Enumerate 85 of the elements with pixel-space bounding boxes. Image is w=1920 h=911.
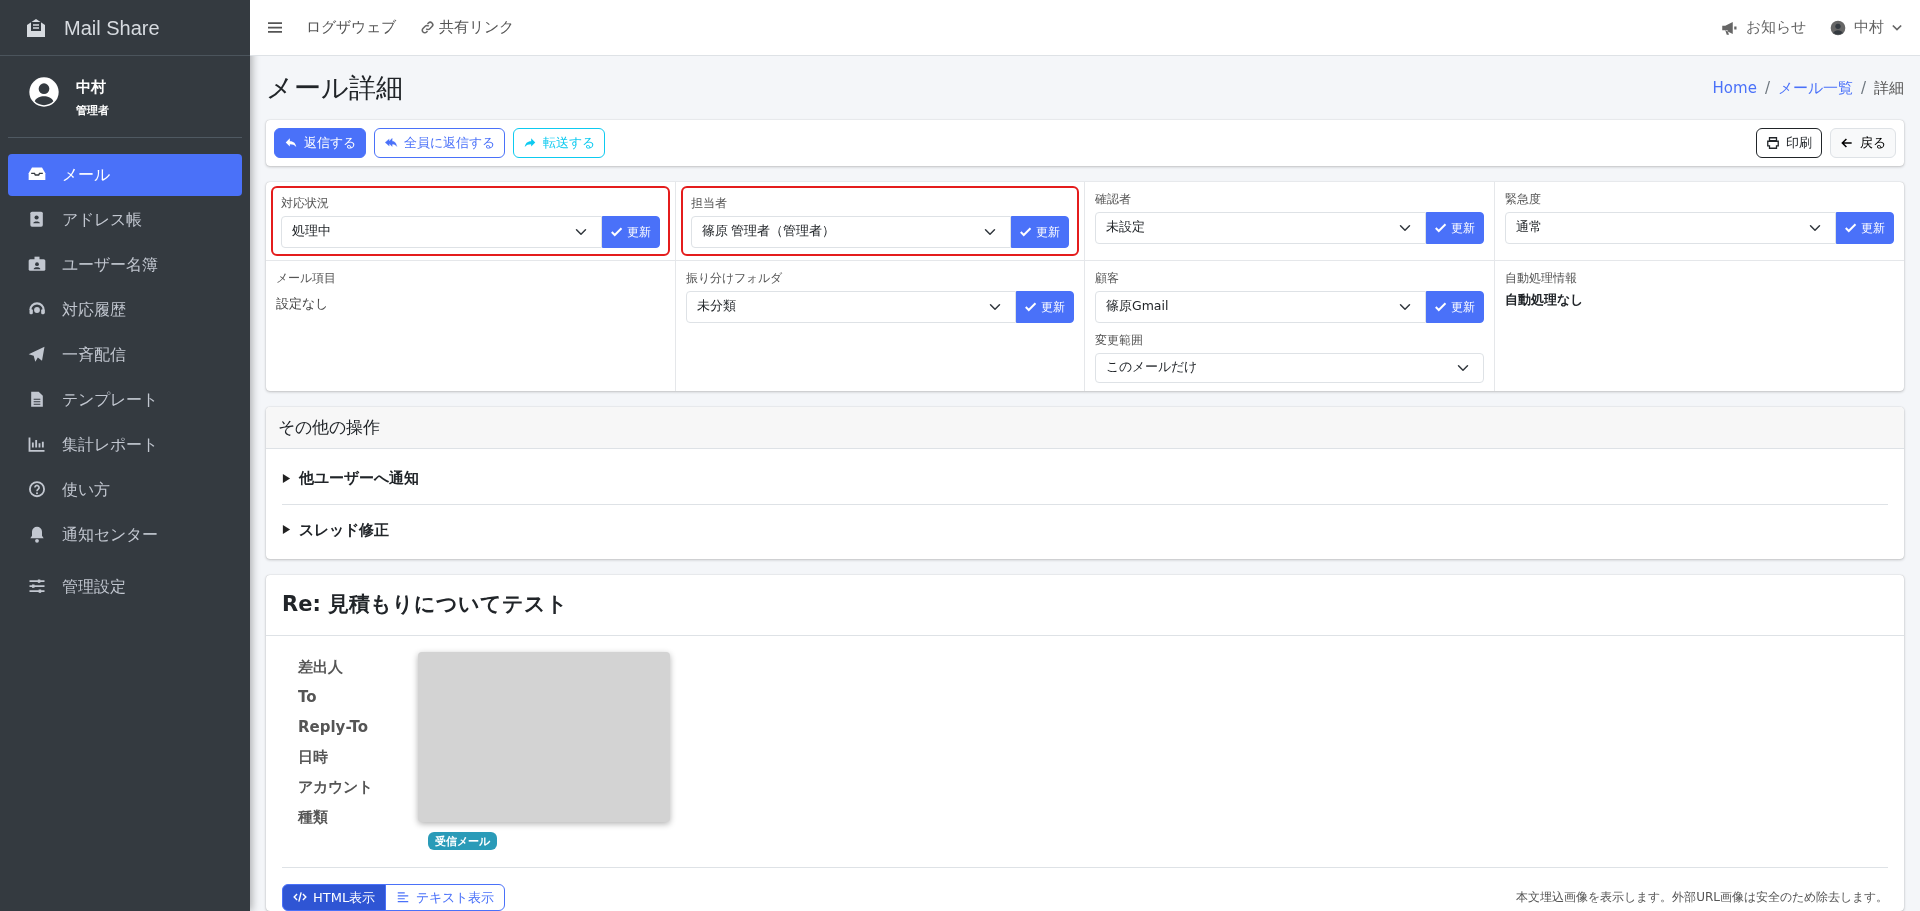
- update-button[interactable]: 更新: [601, 215, 660, 248]
- sidebar-item[interactable]: テンプレート: [8, 379, 242, 421]
- meta-label: 差出人: [298, 656, 344, 678]
- user-avatar-icon: [1830, 19, 1846, 36]
- check-icon: [1434, 222, 1447, 233]
- toolbar-button[interactable]: 戻る: [1830, 128, 1896, 158]
- reply-all-icon: [384, 135, 398, 150]
- select-field[interactable]: このメールだけ: [1095, 352, 1484, 383]
- field-value: 自動処理なし: [1504, 290, 1584, 309]
- field-label: 担当者: [690, 194, 728, 212]
- field-label: 顧客: [1095, 269, 1120, 287]
- update-button[interactable]: 更新: [1425, 211, 1484, 244]
- meta-label: Reply-To: [298, 716, 369, 738]
- section-title: その他の操作: [266, 406, 1904, 449]
- toolbar-button[interactable]: 全員に返信する: [374, 128, 505, 158]
- caret-icon: [1892, 23, 1902, 32]
- meta-label: 種類: [298, 806, 329, 828]
- view-toggle[interactable]: HTML表示: [282, 883, 387, 911]
- toolbar-button[interactable]: 印刷: [1756, 128, 1822, 158]
- sidebar-item[interactable]: 集計レポート: [8, 424, 242, 466]
- breadcrumb-current: 詳細: [1874, 77, 1904, 99]
- meta-label: 日時: [298, 746, 329, 768]
- check-icon: [1020, 226, 1032, 237]
- update-button[interactable]: 更新: [1011, 215, 1069, 248]
- page-title: メール詳細: [266, 71, 403, 105]
- bar-chart-icon: [26, 435, 48, 455]
- toolbar-button[interactable]: 返信する: [274, 128, 366, 158]
- field-label: 確認者: [1095, 190, 1132, 208]
- update-button[interactable]: 更新: [1016, 290, 1074, 323]
- check-icon: [1025, 301, 1037, 312]
- field-label: 対応状況: [281, 194, 330, 212]
- field-value: 設定なし: [276, 294, 329, 313]
- mail-type-badge: 受信メール: [428, 831, 498, 851]
- user-role: 管理者: [76, 102, 109, 119]
- user-menu[interactable]: 中村: [1830, 16, 1902, 39]
- breadcrumb-separator: /: [1764, 77, 1770, 99]
- nav-link[interactable]: ログザウェブ: [306, 16, 396, 39]
- triangle-icon: [282, 473, 291, 483]
- link-icon: [420, 20, 435, 35]
- field-label: 変更範囲: [1095, 331, 1144, 349]
- field-label: 自動処理情報: [1504, 269, 1578, 287]
- help-icon: [26, 480, 48, 500]
- user-name: 中村: [76, 77, 107, 98]
- notice-text: 本文埋込画像を表示します。外部URL画像は安全のため除去します。: [1516, 889, 1888, 907]
- meta-label: To: [298, 686, 318, 708]
- select-field[interactable]: 未分類: [685, 290, 1016, 323]
- sidebar-item[interactable]: メール: [8, 154, 242, 196]
- check-icon: [1845, 222, 1857, 233]
- section-label: 他ユーザーへ通知: [299, 468, 419, 489]
- user-avatar-icon: [28, 76, 60, 108]
- field-label: 振り分けフォルダ: [685, 269, 783, 287]
- sidebar-item[interactable]: 通知センター: [8, 514, 242, 556]
- select-field[interactable]: 未設定: [1095, 211, 1426, 244]
- disclosure-toggle[interactable]: スレッド修正: [282, 504, 1888, 555]
- view-toggle[interactable]: テキスト表示: [385, 883, 506, 911]
- sidebar-item[interactable]: アドレス帳: [8, 199, 242, 241]
- field-label: メール項目: [276, 269, 337, 287]
- field-label: 緊急度: [1504, 190, 1542, 208]
- update-button[interactable]: 更新: [1425, 290, 1484, 323]
- select-field[interactable]: 篠原 管理者（管理者）: [690, 215, 1011, 248]
- sidebar-item[interactable]: 一斉配信: [8, 334, 242, 376]
- text-lines-icon: [396, 890, 411, 905]
- mail-subject: Re: 見積もりについてテスト: [266, 575, 1904, 636]
- breadcrumb-separator: /: [1860, 77, 1866, 99]
- update-button[interactable]: 更新: [1836, 211, 1894, 244]
- select-field[interactable]: 通常: [1504, 211, 1836, 244]
- printer-icon: [1766, 135, 1780, 150]
- select-field[interactable]: 篠原Gmail: [1095, 290, 1426, 323]
- nav-link[interactable]: 共有リンク: [420, 16, 514, 39]
- sidebar-item[interactable]: 対応履歴: [8, 289, 242, 331]
- triangle-icon: [282, 525, 291, 535]
- check-icon: [610, 226, 623, 237]
- notice-link[interactable]: お知らせ: [1720, 16, 1806, 39]
- breadcrumb-link[interactable]: メール一覧: [1777, 76, 1853, 100]
- sidebar-item[interactable]: 管理設定: [8, 566, 242, 608]
- sidebar-item[interactable]: 使い方: [8, 469, 242, 511]
- select-field[interactable]: 処理中: [281, 215, 602, 248]
- breadcrumb-link[interactable]: Home: [1712, 76, 1757, 100]
- disclosure-toggle[interactable]: 他ユーザーへ通知: [282, 453, 1888, 505]
- section-label: スレッド修正: [299, 519, 389, 541]
- code-icon: [293, 890, 307, 905]
- sidebar-item[interactable]: ユーザー名簿: [8, 244, 242, 286]
- check-icon: [1434, 301, 1447, 312]
- meta-label: アカウント: [298, 776, 374, 798]
- brand-name: Mail Share: [64, 15, 160, 41]
